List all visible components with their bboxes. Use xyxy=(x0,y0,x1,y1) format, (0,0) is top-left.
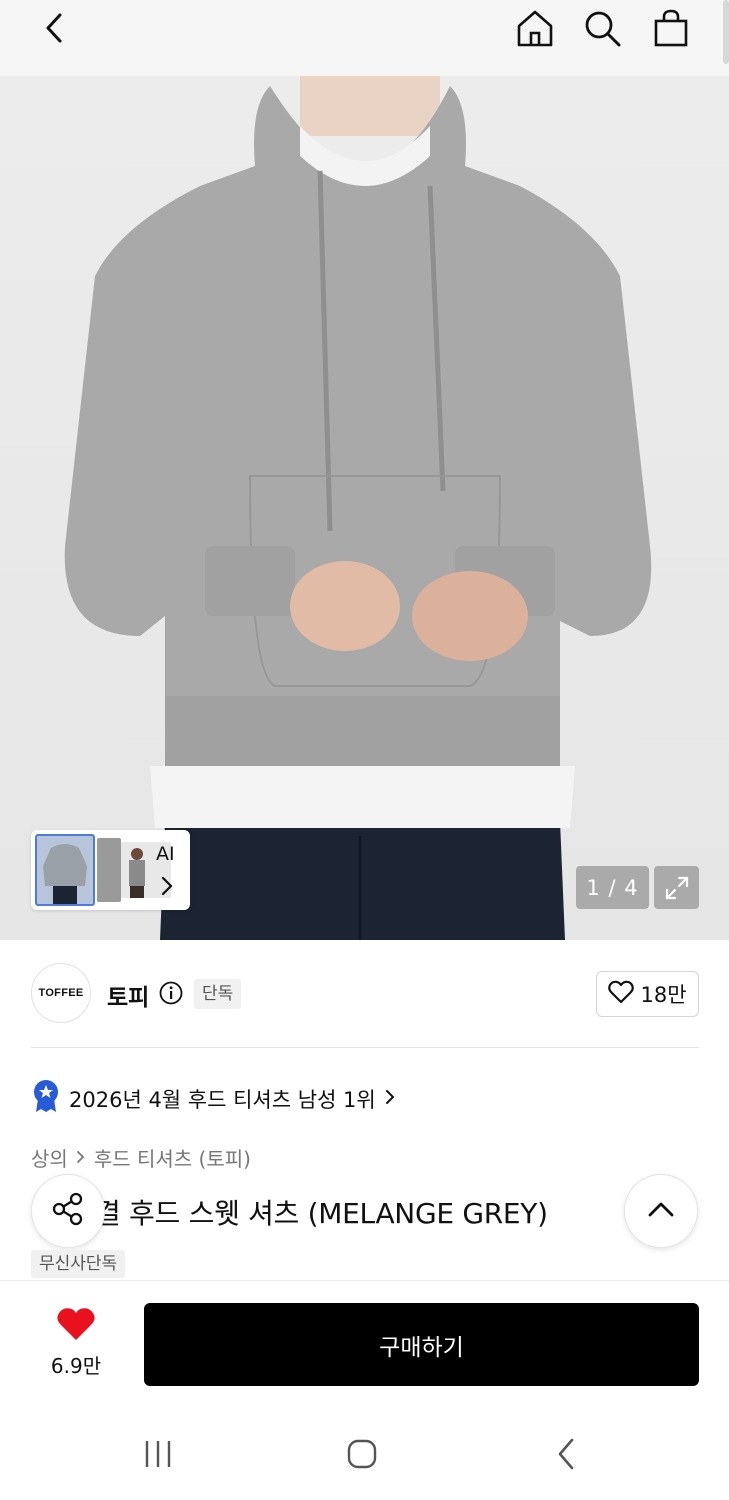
ranking-text[interactable]: 2026년 4월 후드 티셔츠 남성 1위 xyxy=(69,1084,376,1114)
heart-outline-icon xyxy=(608,980,635,1009)
chevron-right-icon[interactable] xyxy=(384,1087,396,1111)
brand-logo[interactable]: TOFFEE xyxy=(31,963,91,1023)
buy-button[interactable]: 구매하기 xyxy=(144,1303,699,1386)
back-icon[interactable] xyxy=(32,6,76,50)
home-icon[interactable] xyxy=(513,6,557,50)
top-app-bar xyxy=(0,0,729,76)
ai-label[interactable]: AI xyxy=(156,843,175,865)
chevron-right-icon[interactable] xyxy=(160,875,174,901)
brand-name[interactable]: 토피 xyxy=(107,978,149,1012)
exclusive-badge: 단독 xyxy=(194,979,242,1009)
heart-filled-icon xyxy=(56,1308,96,1346)
expand-icon[interactable] xyxy=(654,866,699,909)
product-image[interactable] xyxy=(0,76,729,940)
page-indicator: 1 / 4 xyxy=(576,866,649,909)
brand-like-count: 18만 xyxy=(640,983,687,1007)
divider xyxy=(31,1047,699,1048)
chevron-right-icon xyxy=(76,1146,86,1170)
scroll-indicator xyxy=(723,0,729,64)
ranking-medal-icon xyxy=(31,1079,61,1118)
breadcrumb: 상의 후드 티셔츠 (토피) xyxy=(31,1143,251,1172)
musinsa-exclusive-badge: 무신사단독 xyxy=(31,1250,126,1278)
product-title: 결 후드 스웻 셔츠 (MELANGE GREY) xyxy=(95,1197,548,1230)
share-button[interactable] xyxy=(31,1174,105,1248)
breadcrumb-item[interactable]: 상의 xyxy=(31,1143,68,1172)
breadcrumb-item[interactable]: 후드 티셔츠 (토피) xyxy=(94,1143,251,1172)
brand-like-button[interactable]: 18만 xyxy=(596,971,699,1017)
ranking-row[interactable]: 2026년 4월 후드 티셔츠 남성 1위 xyxy=(31,1079,396,1118)
chevron-up-icon xyxy=(646,1199,676,1223)
thumbnail-2[interactable] xyxy=(97,838,121,902)
wish-count: 6.9만 xyxy=(50,1354,102,1378)
thumbnail-main[interactable] xyxy=(35,834,95,906)
info-icon[interactable] xyxy=(159,981,183,1009)
wish-button[interactable]: 6.9만 xyxy=(40,1306,112,1379)
share-icon xyxy=(50,1191,86,1231)
system-nav-bar xyxy=(0,1408,729,1500)
home-circle-icon[interactable] xyxy=(332,1432,392,1476)
recent-apps-icon[interactable] xyxy=(128,1432,188,1476)
cart-icon[interactable] xyxy=(649,6,693,50)
back-chevron-icon[interactable] xyxy=(536,1432,596,1476)
scroll-top-button[interactable] xyxy=(624,1174,698,1248)
search-icon[interactable] xyxy=(580,6,624,50)
